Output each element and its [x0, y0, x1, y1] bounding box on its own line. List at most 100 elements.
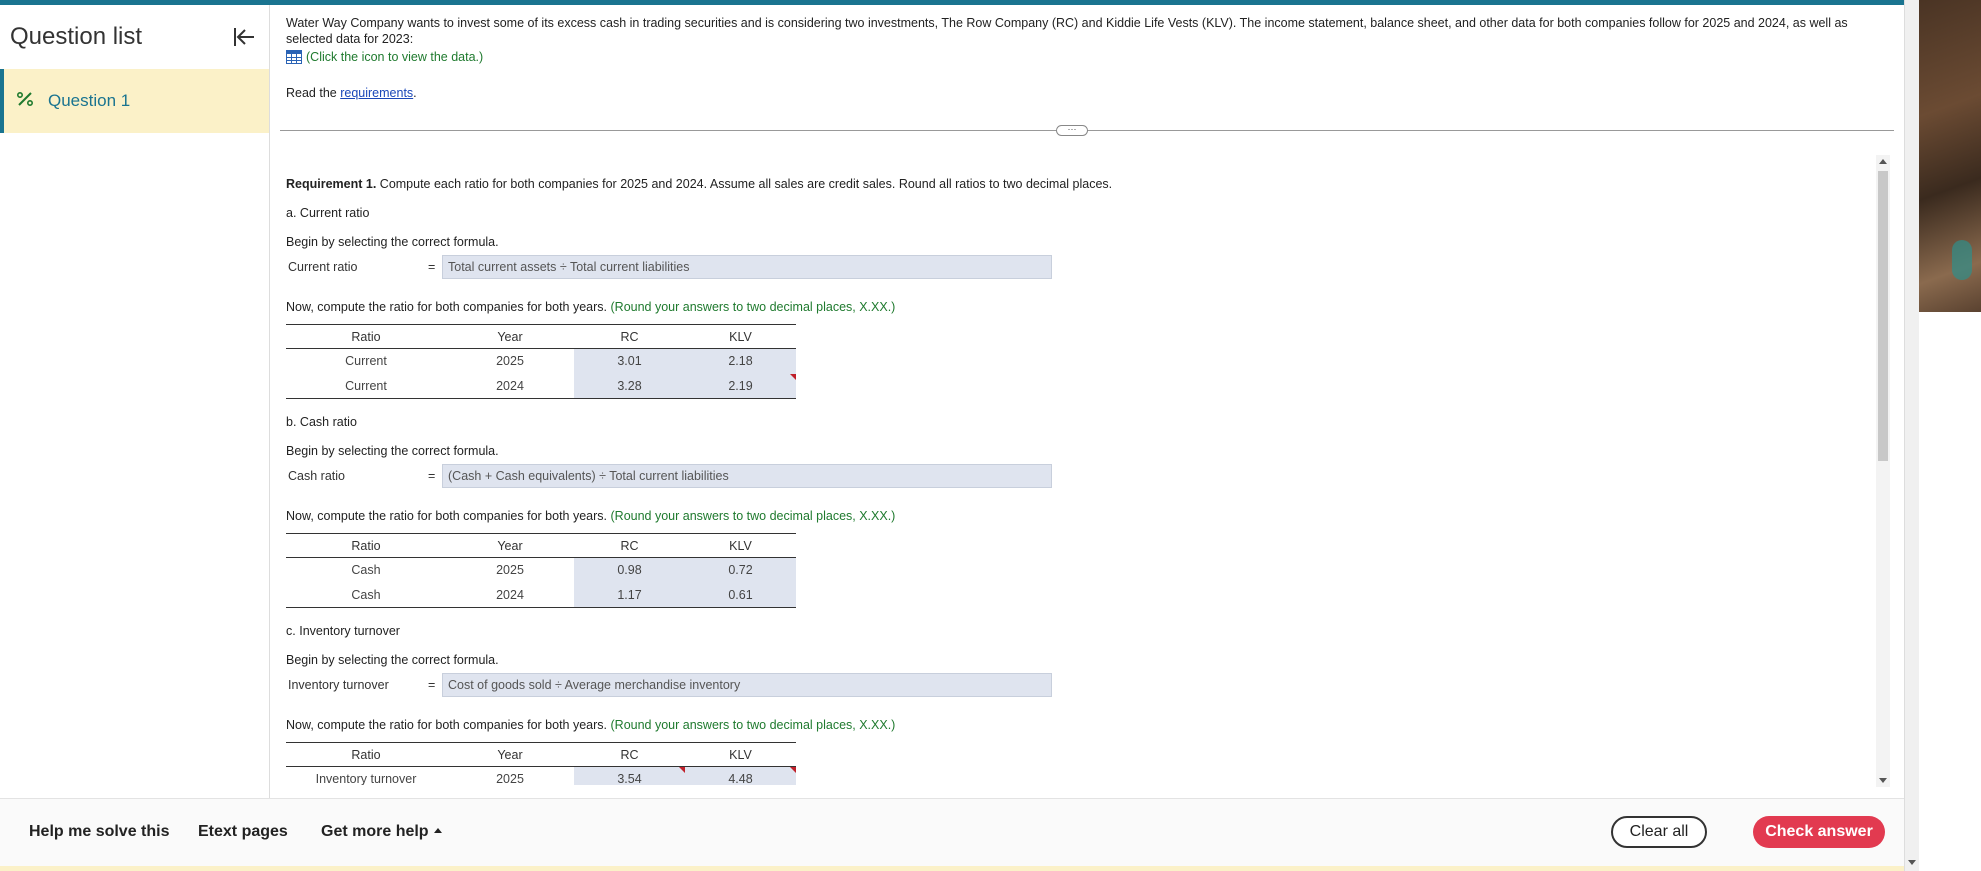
view-data-link[interactable]: (Click the icon to view the data.) — [286, 49, 1886, 65]
ratio-cell: Current — [345, 354, 387, 369]
table-row: Cash 2024 1.17 0.61 — [286, 582, 796, 608]
header-year: Year — [446, 324, 574, 349]
table-row: Current 2025 3.01 2.18 — [286, 348, 796, 374]
help-me-solve-button[interactable]: Help me solve this — [29, 823, 170, 841]
header-rc: RC — [574, 533, 685, 558]
round-hint: (Round your answers to two decimal place… — [610, 718, 896, 732]
compute-text: Now, compute the ratio for both companie… — [286, 300, 608, 314]
caret-up-icon — [433, 828, 442, 833]
rc-input[interactable]: 3.54 — [574, 766, 685, 785]
klv-input[interactable]: 0.72 — [685, 557, 796, 583]
read-suffix: . — [413, 86, 417, 100]
get-more-help-label: Get more help — [321, 823, 429, 840]
sidebar-item-label: Question 1 — [48, 91, 131, 110]
page-scrollbar[interactable] — [1904, 0, 1919, 871]
round-hint: (Round your answers to two decimal place… — [610, 300, 896, 314]
section-a-title: a. Current ratio — [286, 206, 369, 220]
question-list-title: Question list — [10, 23, 143, 50]
footer-bar: Help me solve this Etext pages Get more … — [0, 798, 1904, 868]
header-ratio: Ratio — [286, 324, 446, 349]
current-ratio-table: Ratio Year RC KLV Current 2025 3.01 2.18… — [286, 324, 796, 399]
year-cell: 2025 — [496, 354, 524, 369]
header-klv: KLV — [685, 742, 796, 767]
get-more-help-button[interactable]: Get more help — [321, 823, 442, 841]
klv-input[interactable]: 2.19 — [685, 373, 796, 399]
select-formula-text: Begin by selecting the correct formula. — [286, 444, 499, 458]
equals-sign: = — [428, 469, 436, 483]
intro-text: Water Way Company wants to invest some o… — [286, 16, 1848, 46]
compute-instruction: Now, compute the ratio for both companie… — [286, 300, 895, 314]
collapse-panel-icon[interactable] — [229, 22, 259, 52]
select-formula-text: Begin by selecting the correct formula. — [286, 653, 499, 667]
equals-sign: = — [428, 678, 436, 692]
section-title: Inventory turnover — [299, 624, 400, 638]
table-row: Inventory turnover 2025 3.54 4.48 — [286, 766, 796, 785]
scroll-down-icon[interactable] — [1879, 778, 1887, 783]
scrollbar-thumb[interactable] — [1878, 171, 1888, 461]
klv-input[interactable]: 2.18 — [685, 348, 796, 374]
ratio-cell: Inventory turnover — [315, 772, 417, 785]
compute-instruction: Now, compute the ratio for both companie… — [286, 718, 895, 732]
section-title: Current ratio — [299, 206, 370, 220]
cash-ratio-table: Ratio Year RC KLV Cash 2025 0.98 0.72 Ca… — [286, 533, 796, 608]
year-cell: 2024 — [446, 373, 574, 399]
etext-pages-button[interactable]: Etext pages — [198, 823, 288, 841]
formula-select[interactable]: (Cash + Cash equivalents) ÷ Total curren… — [442, 464, 1052, 488]
year-cell: 2025 — [496, 563, 524, 578]
requirement-text: Requirement 1. Compute each ratio for bo… — [286, 177, 1112, 191]
answer-scrollbar[interactable] — [1876, 155, 1890, 787]
round-hint: (Round your answers to two decimal place… — [610, 509, 896, 523]
header-ratio: Ratio — [286, 742, 446, 767]
header-klv: KLV — [685, 324, 796, 349]
table-row: Current 2024 3.28 2.19 — [286, 373, 796, 399]
scroll-down-icon[interactable] — [1908, 860, 1916, 865]
bottom-strip — [0, 866, 1904, 871]
read-requirements: Read the requirements. — [286, 86, 417, 100]
question-list-panel: Question list Question 1 — [0, 5, 270, 798]
year-cell: 2025 — [496, 772, 524, 785]
section-c-title: c. Inventory turnover — [286, 624, 400, 638]
formula-select[interactable]: Cost of goods sold ÷ Average merchandise… — [442, 673, 1052, 697]
rc-input[interactable]: 3.01 — [574, 348, 685, 374]
formula-select[interactable]: Total current assets ÷ Total current lia… — [442, 255, 1052, 279]
klv-input[interactable]: 0.61 — [685, 582, 796, 608]
formula-row-current: Current ratio = Total current assets ÷ T… — [286, 255, 1052, 279]
klv-input[interactable]: 4.48 — [685, 766, 796, 785]
klv-value: 4.48 — [728, 772, 753, 785]
formula-label: Cash ratio — [288, 469, 345, 483]
formula-row-inventory: Inventory turnover = Cost of goods sold … — [286, 673, 1052, 697]
header-year: Year — [446, 742, 574, 767]
question-list-header: Question list — [0, 5, 269, 69]
scroll-up-icon[interactable] — [1879, 159, 1887, 164]
header-rc: RC — [574, 742, 685, 767]
ratio-cell: Cash — [351, 563, 381, 578]
incorrect-marker-icon — [790, 373, 796, 380]
compute-text: Now, compute the ratio for both companie… — [286, 718, 608, 732]
clear-all-button[interactable]: Clear all — [1611, 816, 1707, 848]
requirement-body: Compute each ratio for both companies fo… — [376, 177, 1113, 191]
formula-label: Current ratio — [288, 260, 358, 274]
requirements-link[interactable]: requirements — [340, 86, 413, 100]
question-intro: Water Way Company wants to invest some o… — [286, 15, 1886, 65]
check-answer-button[interactable]: Check answer — [1753, 816, 1885, 848]
equals-sign: = — [428, 260, 436, 274]
select-formula-text: Begin by selecting the correct formula. — [286, 235, 499, 249]
view-data-link-text: (Click the icon to view the data.) — [306, 50, 484, 64]
requirement-label: Requirement 1. — [286, 177, 377, 191]
rc-input[interactable]: 3.28 — [574, 373, 685, 399]
table-grid-icon — [286, 50, 302, 64]
question-main: Water Way Company wants to invest some o… — [270, 5, 1904, 798]
webcam-photo-detail — [1952, 240, 1972, 280]
inventory-turnover-table: Ratio Year RC KLV Inventory turnover 202… — [286, 742, 796, 785]
sidebar-item-question-1[interactable]: Question 1 — [0, 69, 269, 133]
rc-input[interactable]: 1.17 — [574, 582, 685, 608]
compute-text: Now, compute the ratio for both companie… — [286, 509, 608, 523]
compute-instruction: Now, compute the ratio for both companie… — [286, 509, 895, 523]
pane-resize-handle[interactable]: ⋯ — [1056, 125, 1088, 136]
section-letter: a. — [286, 206, 297, 220]
table-row: Cash 2025 0.98 0.72 — [286, 557, 796, 583]
rc-input[interactable]: 0.98 — [574, 557, 685, 583]
rc-value: 3.54 — [617, 772, 642, 785]
formula-row-cash: Cash ratio = (Cash + Cash equivalents) ÷… — [286, 464, 1052, 488]
answer-scroll-area: Requirement 1. Compute each ratio for bo… — [286, 155, 1868, 785]
